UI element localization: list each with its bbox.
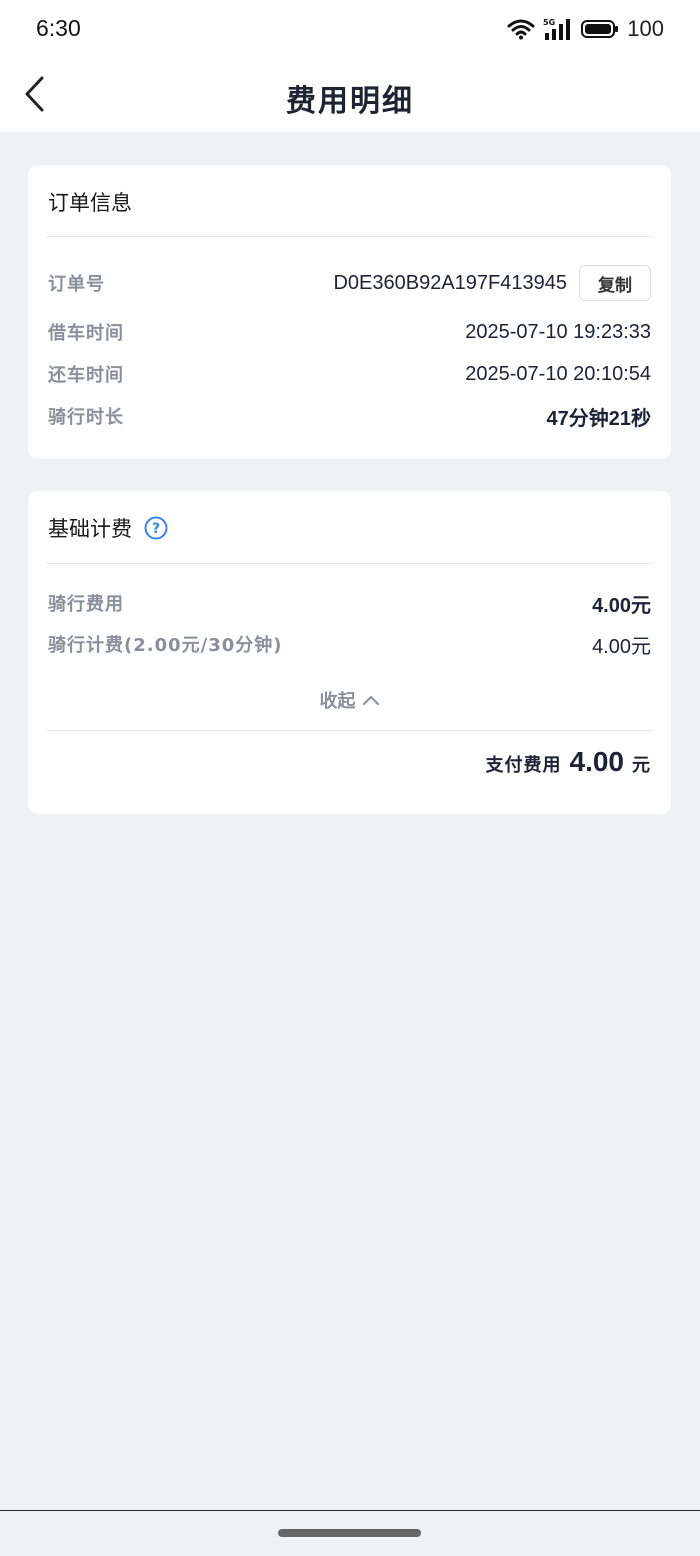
billing-title: 基础计费 xyxy=(48,517,132,541)
borrow-time-value: 2025-07-10 19:23:33 xyxy=(465,320,651,343)
status-bar: 6:30 5G 100 xyxy=(0,0,700,58)
status-time: 6:30 xyxy=(36,15,81,41)
chevron-up-icon xyxy=(362,696,379,705)
order-number-group: D0E360B92A197F413945 复制 xyxy=(333,265,651,301)
header-area: 6:30 5G 100 费用明细 xyxy=(0,0,700,132)
order-number-value: D0E360B92A197F413945 xyxy=(333,271,567,294)
signal-5g-icon: 5G xyxy=(543,18,571,40)
ride-rate-row: 骑行计费(2.00元/30分钟) 4.00元 xyxy=(48,629,651,659)
billing-card: 基础计费 ? 骑行费用 4.00元 骑行计费(2.00元/30分钟) 4.00元… xyxy=(28,491,671,814)
order-number-row: 订单号 D0E360B92A197F413945 复制 xyxy=(48,265,651,301)
total-amount: 4.00 xyxy=(569,746,625,777)
divider xyxy=(46,730,653,731)
collapse-label: 收起 xyxy=(319,691,356,712)
order-info-heading: 订单信息 xyxy=(48,187,132,217)
return-time-value: 2025-07-10 20:10:54 xyxy=(465,362,651,385)
ride-fee-label: 骑行费用 xyxy=(48,594,124,615)
page-title: 费用明细 xyxy=(286,84,414,119)
svg-text:?: ? xyxy=(152,521,160,537)
battery-level: 100 xyxy=(627,16,664,41)
ride-rate-value: 4.00元 xyxy=(592,635,651,658)
borrow-time-row: 借车时间 2025-07-10 19:23:33 xyxy=(48,317,651,347)
bottom-divider xyxy=(0,1510,700,1511)
ride-fee-value: 4.00元 xyxy=(592,594,651,617)
order-info-title: 订单信息 xyxy=(48,191,132,215)
divider xyxy=(46,236,653,237)
order-info-card: 订单信息 订单号 D0E360B92A197F413945 复制 借车时间 20… xyxy=(28,165,671,459)
collapse-toggle[interactable]: 收起 xyxy=(28,687,671,713)
question-circle-icon[interactable]: ? xyxy=(144,516,168,540)
return-time-row: 还车时间 2025-07-10 20:10:54 xyxy=(48,359,651,389)
svg-text:5G: 5G xyxy=(543,18,555,27)
duration-label: 骑行时长 xyxy=(48,407,124,428)
total-label: 支付费用 xyxy=(485,755,562,776)
duration-value: 47分钟21秒 xyxy=(546,407,652,430)
billing-heading: 基础计费 ? xyxy=(48,513,168,543)
ride-rate-label: 骑行计费(2.00元/30分钟) xyxy=(48,635,283,656)
wifi-icon xyxy=(507,19,535,40)
borrow-time-label: 借车时间 xyxy=(48,323,124,344)
ride-fee-row: 骑行费用 4.00元 xyxy=(48,588,651,618)
return-time-label: 还车时间 xyxy=(48,365,124,386)
home-indicator[interactable] xyxy=(278,1529,421,1537)
total-unit: 元 xyxy=(632,755,651,776)
status-icons: 5G 100 xyxy=(507,16,664,42)
copy-button[interactable]: 复制 xyxy=(579,265,651,301)
battery-icon xyxy=(581,20,619,38)
duration-row: 骑行时长 47分钟21秒 xyxy=(48,401,651,431)
total-payment: 支付费用 4.00 元 xyxy=(486,746,652,778)
nav-bar: 费用明细 xyxy=(0,58,700,132)
order-number-label: 订单号 xyxy=(48,274,105,295)
divider xyxy=(46,563,653,564)
